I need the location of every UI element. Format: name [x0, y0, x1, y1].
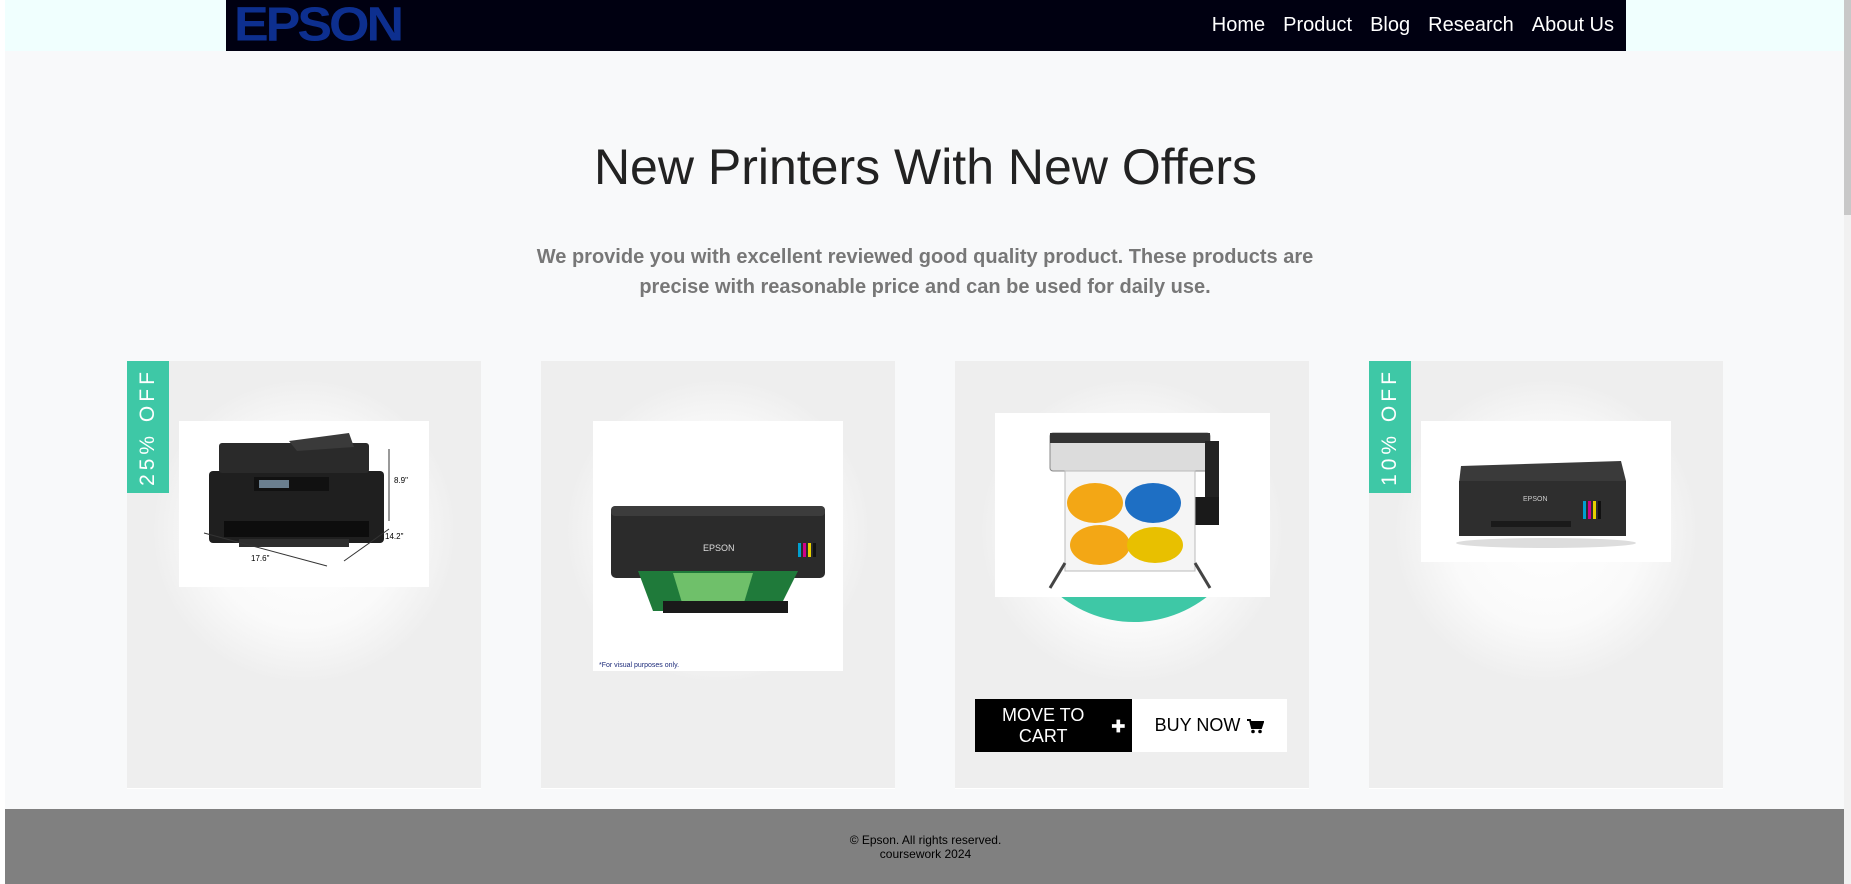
footer: © Epson. All rights reserved. coursework…	[5, 809, 1846, 884]
footer-note: coursework 2024	[879, 847, 972, 861]
page: EPSON Home Product Blog Research About U…	[5, 0, 1846, 884]
nav-home[interactable]: Home	[1212, 14, 1265, 37]
epson-logo[interactable]: EPSON	[234, 1, 404, 49]
shopping-cart-icon	[1247, 718, 1265, 733]
product-image-photo-printer[interactable]: EPSON *For visual purposes only.	[593, 421, 843, 671]
navbar: EPSON Home Product Blog Research About U…	[226, 0, 1626, 51]
product-card[interactable]: 17.6" 8.9" 14.2" 25% OFF	[127, 361, 481, 789]
move-to-cart-button[interactable]: MOVE TO CART	[975, 699, 1132, 752]
footer-copyright: © Epson. All rights reserved.	[849, 833, 1002, 847]
dim-depth: 14.2"	[385, 532, 404, 541]
vertical-scrollbar[interactable]	[1844, 0, 1851, 884]
product-card[interactable]: MOVE TO CART BUY NOW	[955, 361, 1309, 789]
device-brand-label: EPSON	[1523, 496, 1548, 503]
page-title: New Printers With New Offers	[593, 139, 1258, 195]
discount-badge-label: 25% OFF	[136, 368, 160, 486]
printer-with-dimensions-icon: 17.6" 8.9" 14.2"	[203, 433, 408, 567]
scrollbar-thumb[interactable]	[1844, 0, 1851, 215]
nav-research[interactable]: Research	[1428, 14, 1514, 37]
nav-about-us[interactable]: About Us	[1532, 14, 1614, 37]
nav-blog[interactable]: Blog	[1370, 14, 1410, 37]
dim-width: 17.6"	[251, 554, 270, 563]
product-card[interactable]: EPSON *For visual purposes only.	[541, 361, 895, 789]
product-image-all-in-one-printer[interactable]: 17.6" 8.9" 14.2"	[179, 421, 429, 587]
device-brand-label: EPSON	[703, 543, 735, 553]
dim-height: 8.9"	[394, 476, 408, 485]
card-footer-strip	[1369, 788, 1723, 789]
card-footer-strip	[127, 788, 481, 789]
product-card[interactable]: EPSON 10% OFF	[1369, 361, 1723, 789]
discount-badge: 25% OFF	[127, 361, 169, 493]
product-image-compact-printer[interactable]: EPSON	[1421, 421, 1671, 562]
visual-purposes-caption: *For visual purposes only.	[599, 662, 679, 669]
compact-printer-icon: EPSON	[1456, 461, 1636, 548]
discount-badge: 10% OFF	[1369, 361, 1411, 493]
card-footer-strip	[541, 788, 895, 789]
card-footer-strip	[955, 788, 1309, 789]
product-image-large-format-printer[interactable]	[995, 413, 1270, 597]
large-format-printer-icon	[1048, 432, 1219, 589]
discount-badge-label: 10% OFF	[1378, 368, 1402, 486]
intro-text: We provide you with excellent reviewed g…	[536, 246, 1314, 298]
photo-printer-icon: EPSON *For visual purposes only.	[599, 506, 825, 669]
nav-product[interactable]: Product	[1283, 14, 1352, 37]
plus-icon	[1112, 719, 1126, 732]
buy-now-label: BUY NOW	[1154, 715, 1241, 735]
move-to-cart-label: MOVE TO CART	[1002, 704, 1085, 746]
nav-links: Home Product Blog Research About Us	[1212, 0, 1614, 51]
buy-now-button[interactable]: BUY NOW	[1132, 699, 1287, 752]
